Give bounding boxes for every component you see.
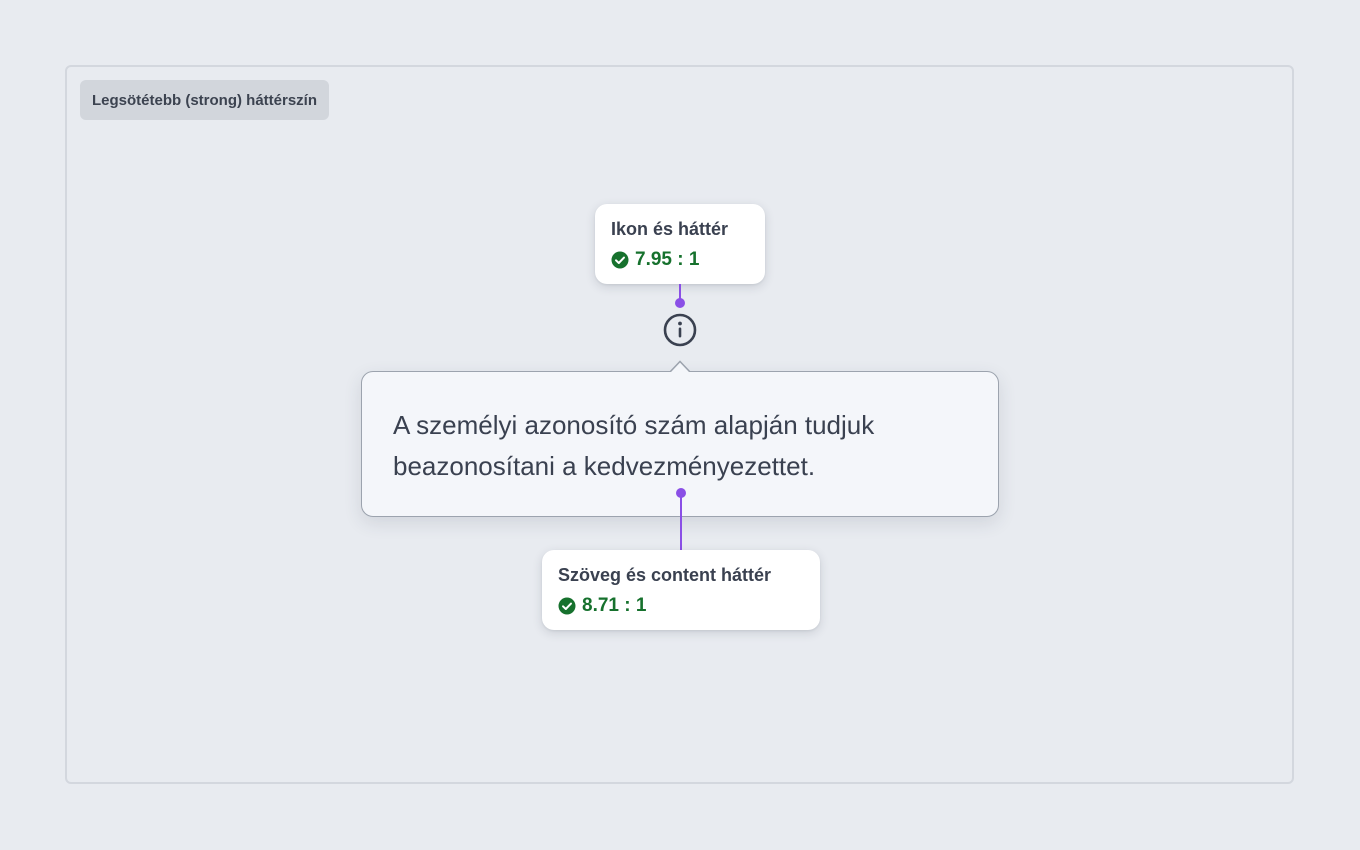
tooltip-arrow: [670, 360, 690, 372]
frame-label: Legsötétebb (strong) háttérszín: [80, 80, 330, 120]
icon-contrast-title: Ikon és háttér: [611, 219, 729, 239]
text-contrast-title: Szöveg és content háttér: [558, 565, 772, 585]
icon-contrast-ratio: 7.95 : 1: [635, 249, 700, 270]
icon-contrast-badge: Ikon és háttér 7.95 : 1: [595, 204, 765, 284]
text-annotation-line: [680, 493, 682, 550]
check-circle-icon: [611, 251, 629, 269]
icon-annotation-dot: [675, 298, 685, 308]
info-icon[interactable]: [662, 312, 698, 348]
text-contrast-ratio-row: 8.71 : 1: [558, 595, 804, 617]
check-circle-icon: [558, 597, 576, 615]
icon-contrast-ratio-row: 7.95 : 1: [611, 249, 749, 271]
tooltip-text: A személyi azonosító szám alapján tudjuk…: [393, 410, 875, 481]
text-contrast-ratio: 8.71 : 1: [582, 595, 647, 616]
text-contrast-badge: Szöveg és content háttér 8.71 : 1: [542, 550, 820, 630]
